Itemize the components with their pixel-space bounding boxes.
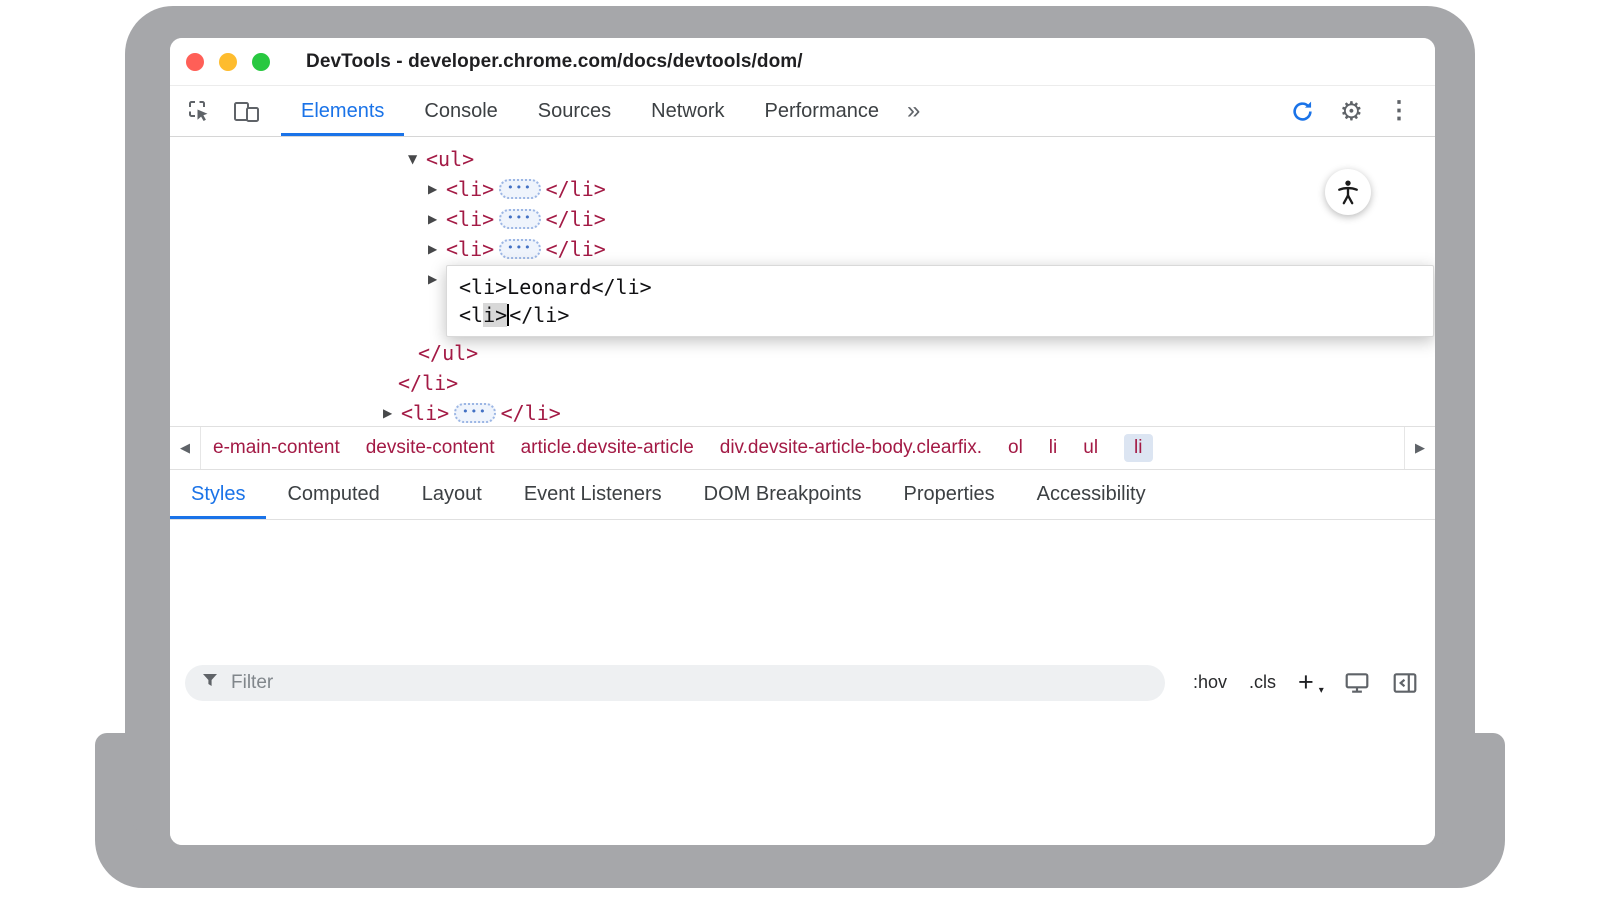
tab-console[interactable]: Console — [404, 86, 517, 136]
filter-input[interactable]: Filter — [185, 665, 1165, 701]
sidebar-tab-accessibility[interactable]: Accessibility — [1016, 470, 1167, 519]
collapse-arrow-icon[interactable]: ▼ — [383, 137, 401, 144]
sidebar-tab-properties[interactable]: Properties — [883, 470, 1016, 519]
expand-arrow-icon[interactable]: ▶ — [428, 234, 446, 264]
breadcrumb-item[interactable]: ol — [1008, 437, 1023, 459]
accessibility-icon[interactable] — [1325, 169, 1371, 215]
expand-arrow-icon[interactable]: ▶ — [383, 398, 401, 426]
more-tabs-icon[interactable]: » — [907, 97, 920, 125]
collapse-arrow-icon[interactable]: ▼ — [408, 144, 426, 174]
titlebar: DevTools - developer.chrome.com/docs/dev… — [170, 38, 1435, 86]
tab-elements[interactable]: Elements — [281, 86, 404, 136]
breadcrumb-item[interactable]: article.devsite-article — [521, 437, 694, 459]
breadcrumb-next-icon[interactable]: ▶ — [1404, 427, 1435, 469]
text-selection: i> — [483, 303, 507, 327]
tab-performance[interactable]: Performance — [745, 86, 900, 136]
expand-arrow-icon[interactable]: ▶ — [428, 264, 446, 294]
filter-funnel-icon — [201, 671, 219, 694]
sidebar-tab-strip: StylesComputedLayoutEvent ListenersDOM B… — [170, 470, 1435, 520]
toolbar-left-icons — [170, 86, 271, 136]
devtools-window: DevTools - developer.chrome.com/docs/dev… — [170, 38, 1435, 845]
sidebar-tab-layout[interactable]: Layout — [401, 470, 503, 519]
breadcrumb-prev-icon[interactable]: ◀ — [170, 427, 201, 469]
dom-tree-line[interactable]: </ul> — [418, 338, 478, 368]
main-toolbar: ElementsConsoleSourcesNetworkPerformance… — [170, 86, 1435, 137]
settings-gear-icon[interactable]: ⚙ — [1340, 98, 1363, 124]
breadcrumb-item[interactable]: li — [1049, 437, 1057, 459]
device-toolbar-icon[interactable] — [232, 99, 261, 124]
chevron-down-icon: ▾ — [1319, 686, 1324, 696]
dom-tree-line[interactable]: ▶<li>•••</li> — [428, 174, 606, 204]
dom-tree-line[interactable]: ▼<li> — [383, 137, 449, 144]
edit-line-2: <li></li> — [459, 301, 1421, 329]
expand-ellipsis-icon[interactable]: ••• — [499, 179, 540, 199]
more-options-icon[interactable]: ⋮ — [1387, 99, 1411, 123]
tab-network[interactable]: Network — [631, 86, 744, 136]
expand-ellipsis-icon[interactable]: ••• — [454, 403, 495, 423]
breadcrumb-item[interactable]: devsite-content — [366, 437, 495, 459]
new-style-rule-button[interactable]: +▾ — [1298, 669, 1314, 696]
dom-tree-line[interactable]: ▶<li>Leonard</li><li></li> — [428, 264, 1434, 337]
breadcrumb-item[interactable]: li — [1124, 434, 1152, 462]
expand-ellipsis-icon[interactable]: ••• — [499, 209, 540, 229]
dom-tree-line[interactable]: </li> — [398, 368, 458, 398]
breadcrumb-item[interactable]: div.devsite-article-body.clearfix. — [720, 437, 982, 459]
dom-tree: ▼<li>▼<ul>▶<li>•••</li>▶<li>•••</li>▶<li… — [170, 137, 1435, 426]
dom-tree-line[interactable]: ▶<li>•••</li> — [428, 234, 606, 264]
sidebar-tab-styles[interactable]: Styles — [170, 470, 266, 519]
toggle-sidebar-icon[interactable] — [1392, 671, 1418, 695]
tab-sources[interactable]: Sources — [518, 86, 631, 136]
class-toggle-button[interactable]: .cls — [1249, 672, 1276, 693]
breadcrumb-item[interactable]: e-main-content — [213, 437, 340, 459]
window-controls — [170, 53, 270, 71]
expand-arrow-icon[interactable]: ▶ — [428, 204, 446, 234]
toolbar-right-icons: ⚙ ⋮ — [1289, 86, 1435, 136]
pseudo-state-button[interactable]: :hov — [1193, 672, 1227, 693]
breadcrumb-items: e-main-content devsite-content article.dev… — [201, 427, 1404, 469]
zoom-button[interactable] — [252, 53, 270, 71]
expand-ellipsis-icon[interactable]: ••• — [499, 239, 540, 259]
dom-tree-line[interactable]: ▼<ul> — [408, 144, 474, 174]
breadcrumb: ◀ e-main-content devsite-content article.d… — [170, 426, 1435, 470]
window-title: DevTools - developer.chrome.com/docs/dev… — [306, 51, 803, 73]
panel-tab-strip: ElementsConsoleSourcesNetworkPerformance — [281, 86, 899, 136]
expand-arrow-icon[interactable]: ▶ — [428, 174, 446, 204]
sync-icon[interactable] — [1289, 98, 1316, 125]
filter-placeholder: Filter — [231, 672, 273, 694]
edit-line-1: <li>Leonard</li> — [459, 273, 1421, 301]
inspect-element-icon[interactable] — [186, 98, 212, 124]
minimize-button[interactable] — [219, 53, 237, 71]
sidebar-tab-computed[interactable]: Computed — [266, 470, 400, 519]
dom-tree-line[interactable]: ▶<li>•••</li> — [383, 398, 561, 426]
sidebar-tab-event-listeners[interactable]: Event Listeners — [503, 470, 683, 519]
dom-edit-box[interactable]: <li>Leonard</li><li></li> — [446, 265, 1434, 337]
styles-toolbar: Filter :hov .cls +▾ — [170, 520, 1435, 845]
close-button[interactable] — [186, 53, 204, 71]
dom-tree-line[interactable]: ▶<li>•••</li> — [428, 204, 606, 234]
breadcrumb-item[interactable]: ul — [1083, 437, 1098, 459]
monitor-icon[interactable] — [1344, 671, 1370, 695]
sidebar-tab-dom-breakpoints[interactable]: DOM Breakpoints — [683, 470, 883, 519]
